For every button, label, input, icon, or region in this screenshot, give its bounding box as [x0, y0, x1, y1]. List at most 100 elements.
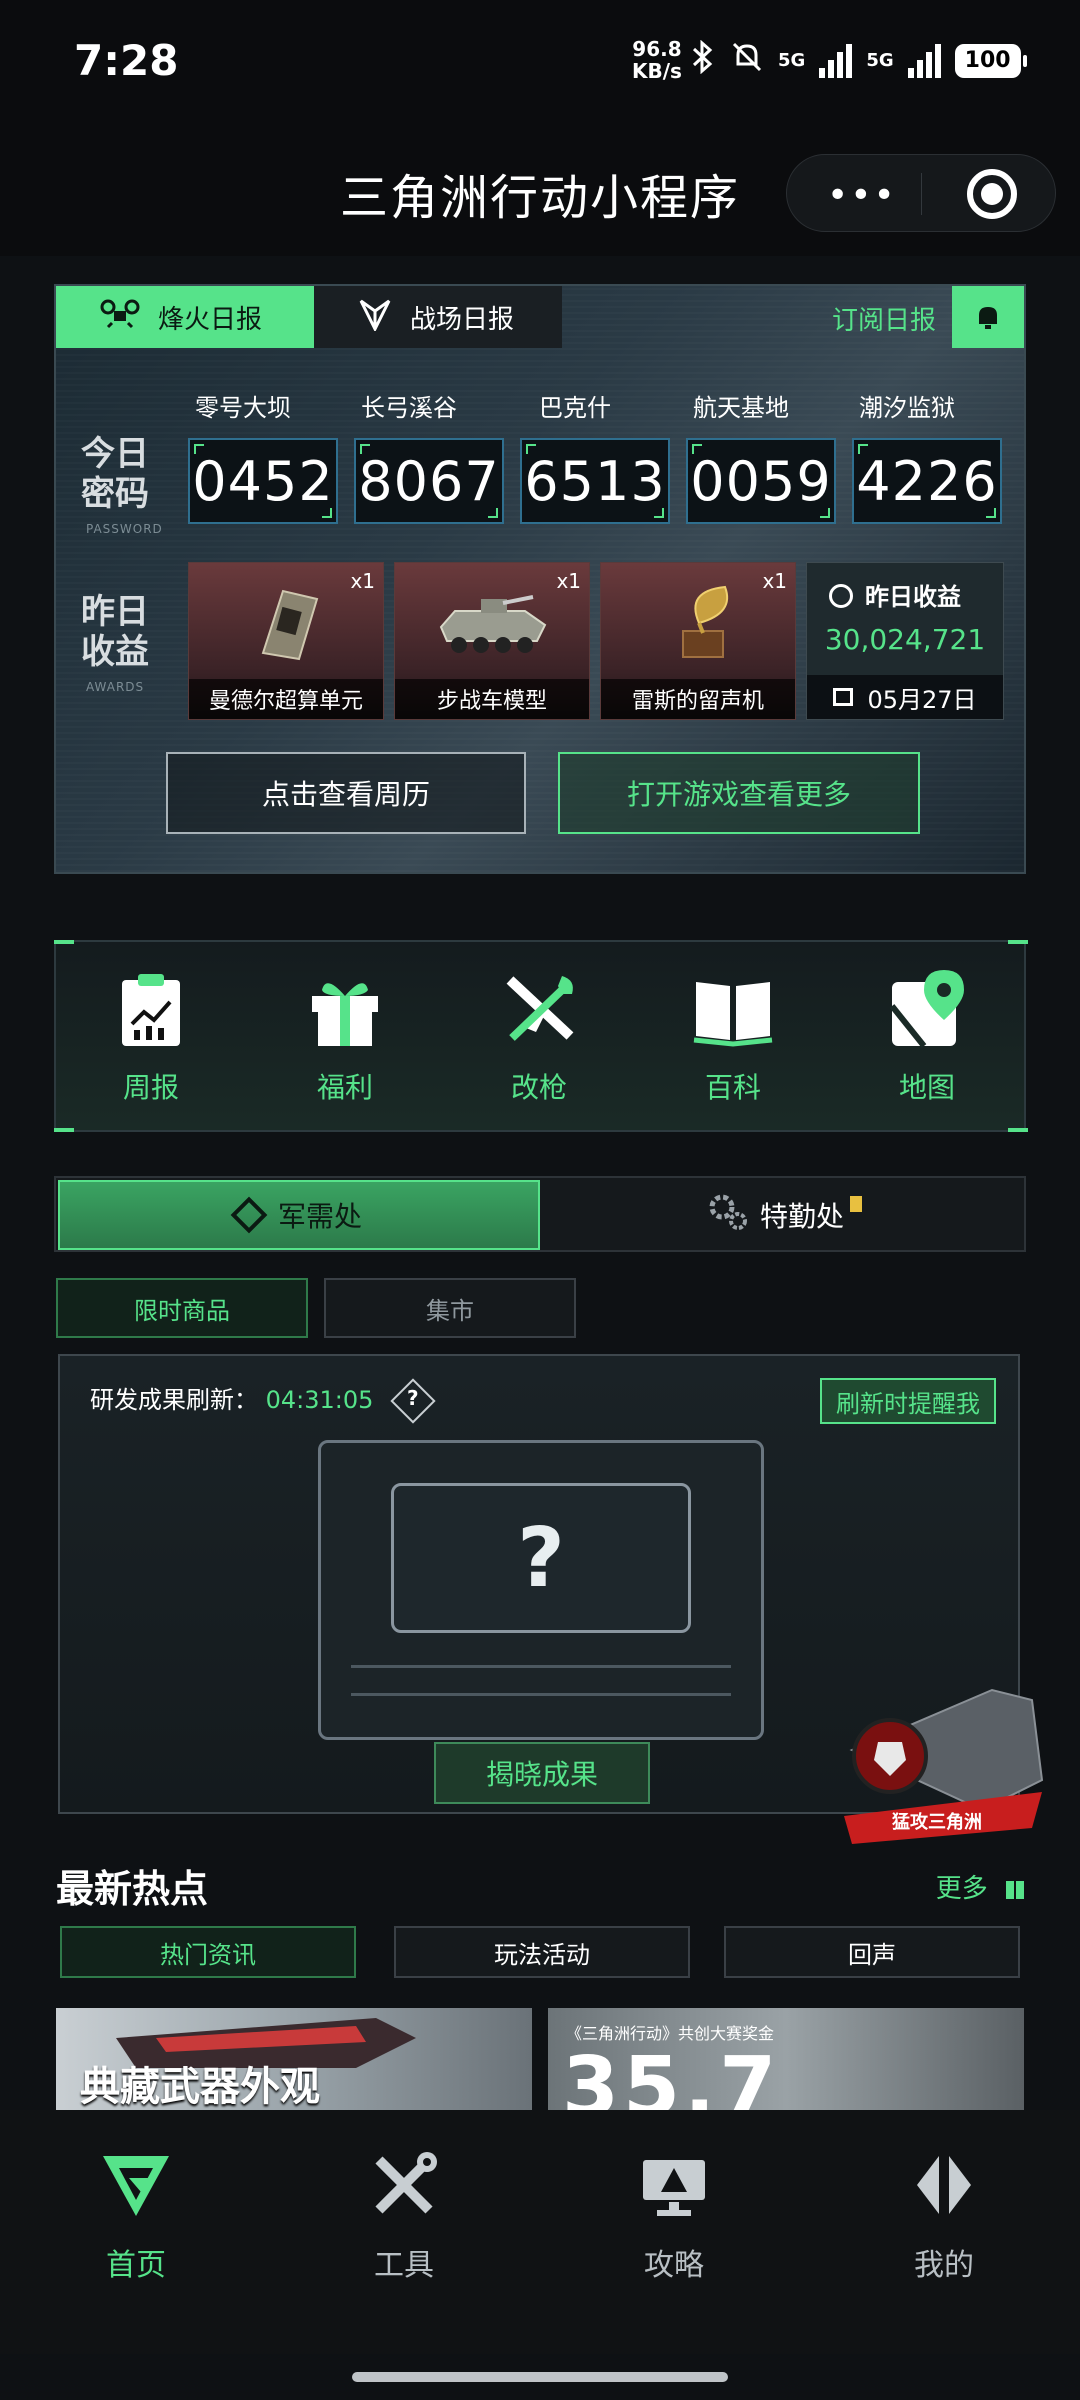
reward-item-card[interactable]: x1 步战车模型 — [394, 562, 590, 720]
tab-label: 战场日报 — [410, 304, 515, 335]
view-weekly-calendar-button[interactable]: 点击查看周历 — [166, 752, 526, 834]
tool-label: 福利 — [316, 1071, 373, 1104]
earnings-label: 昨日收益 — [829, 577, 961, 612]
tool-label: 地图 — [898, 1071, 955, 1104]
map-name: 零号大坝 — [195, 394, 291, 422]
tab-special-ops[interactable]: 特勤处 — [546, 1180, 1024, 1250]
diamond-emblem-icon — [230, 1196, 268, 1234]
tool-map[interactable]: 地图 — [852, 966, 1002, 1106]
gift-icon — [302, 966, 388, 1052]
item-name: 步战车模型 — [395, 679, 589, 719]
more-news-link[interactable]: 更多 — [936, 1868, 1024, 1905]
item-name: 雷斯的留声机 — [601, 679, 795, 719]
mute-bell-icon — [730, 40, 764, 81]
badge-label: 猛攻三角洲 — [892, 1812, 982, 1833]
earnings-date: 05月27日 — [807, 675, 1003, 719]
nav-label: 首页 — [106, 2248, 166, 2283]
news-card[interactable]: 典藏武器外观 — [56, 2008, 532, 2112]
yesterday-earnings-label: 昨日 收益 — [81, 592, 149, 672]
grid-icon — [1006, 1881, 1024, 1899]
news-tab-hot[interactable]: 热门资讯 — [60, 1926, 356, 1978]
crate-stripe — [351, 1665, 731, 1668]
delta-emblem-icon — [358, 297, 392, 338]
computing-unit-icon — [243, 583, 331, 663]
item-quantity: x1 — [762, 569, 787, 593]
tab-quartermaster[interactable]: 军需处 — [58, 1180, 540, 1250]
item-quantity: x1 — [556, 569, 581, 593]
tab-battlefield-report[interactable]: 战场日报 — [314, 286, 562, 348]
yesterday-earnings-card: 昨日收益 30,024,721 05月27日 — [806, 562, 1004, 720]
news-card[interactable]: 《三角洲行动》共创大赛奖金 35.7 — [548, 2008, 1024, 2112]
tool-label: 周报 — [122, 1071, 179, 1104]
subscribe-report-link[interactable]: 订阅日报 — [832, 300, 936, 337]
countdown: 04:31:05 — [265, 1386, 374, 1414]
news-tab-events[interactable]: 玩法活动 — [394, 1926, 690, 1978]
open-game-button[interactable]: 打开游戏查看更多 — [558, 752, 920, 834]
news-headline: 典藏武器外观 — [80, 2064, 320, 2110]
more-dots-icon[interactable]: ••• — [827, 175, 897, 216]
reward-item-card[interactable]: x1 雷斯的留声机 — [600, 562, 796, 720]
home-delta-icon — [101, 2150, 171, 2220]
tool-welfare[interactable]: 福利 — [270, 966, 420, 1106]
home-indicator[interactable] — [352, 2372, 728, 2382]
map-code: 0059 — [686, 438, 836, 524]
tool-gun-mod[interactable]: 改枪 — [464, 966, 614, 1106]
status-icons: 5G 5G 100 — [690, 39, 1027, 81]
target-icon[interactable] — [967, 169, 1017, 219]
reveal-result-button[interactable]: 揭晓成果 — [434, 1742, 650, 1804]
nav-guide[interactable]: 攻略 — [574, 2150, 774, 2284]
tools-icon — [369, 2150, 439, 2220]
refresh-timer: 研发成果刷新： 04:31:05 ? — [90, 1378, 436, 1424]
daily-report-panel: 烽火日报 战场日报 订阅日报 今日 密码 PASSWORD 零号大坝 长弓溪谷 … — [54, 284, 1026, 874]
map-code: 4226 — [852, 438, 1002, 524]
today-password-sub: PASSWORD — [86, 522, 163, 536]
bluetooth-icon — [690, 39, 716, 81]
report-icon — [108, 966, 194, 1052]
map-code: 0452 — [188, 438, 338, 524]
tab-fenghuo-report[interactable]: 烽火日报 — [56, 286, 314, 348]
today-password-label: 今日 密码 — [81, 434, 149, 514]
yesterday-earnings-sub: AWARDS — [86, 680, 145, 694]
guide-icon — [639, 2150, 709, 2220]
item-name: 曼德尔超算单元 — [189, 679, 383, 719]
help-icon[interactable]: ? — [390, 1378, 436, 1424]
map-name: 巴克什 — [539, 394, 611, 422]
subtab-market[interactable]: 集市 — [324, 1278, 576, 1338]
tool-label: 改枪 — [510, 1071, 567, 1104]
map-code: 8067 — [354, 438, 504, 524]
tool-wiki[interactable]: 百科 — [658, 966, 808, 1106]
news-tab-echo[interactable]: 回声 — [724, 1926, 1020, 1978]
tab-label: 烽火日报 — [158, 304, 263, 335]
nav-label: 攻略 — [644, 2248, 704, 2283]
item-quantity: x1 — [350, 569, 375, 593]
coin-icon — [829, 584, 853, 608]
news-headline: 35.7 — [562, 2040, 781, 2112]
map-code: 6513 — [520, 438, 670, 524]
crate-question-mark: ? — [391, 1483, 691, 1633]
signal-label-1: 5G — [778, 49, 806, 71]
signal-label-2: 5G — [866, 49, 894, 71]
bell-icon[interactable] — [952, 286, 1024, 348]
gears-icon — [708, 1193, 748, 1238]
battery-icon: 100 — [954, 43, 1027, 78]
signal-bars-icon — [819, 43, 853, 78]
tool-weekly-report[interactable]: 周报 — [76, 966, 226, 1106]
book-icon — [690, 966, 776, 1052]
assault-delta-badge[interactable]: 猛攻三角洲 — [842, 1660, 1052, 1860]
bottom-navigation: 首页 工具 攻略 我的 — [0, 2110, 1080, 2354]
nav-home[interactable]: 首页 — [36, 2150, 236, 2284]
signal-bars-icon-2 — [907, 43, 941, 78]
status-bar: 7:28 96.8 KB/s 5G 5G 100 — [0, 0, 1080, 128]
mystery-crate-icon: ? — [318, 1440, 764, 1740]
mini-program-capsule: ••• — [786, 154, 1056, 232]
nav-tools[interactable]: 工具 — [304, 2150, 504, 2284]
profile-icon — [909, 2150, 979, 2220]
reward-item-card[interactable]: x1 曼德尔超算单元 — [188, 562, 384, 720]
section-title-hot-news: 最新热点 — [56, 1867, 209, 1911]
shop-segment-control: 军需处 特勤处 — [54, 1176, 1026, 1252]
earnings-value: 30,024,721 — [824, 623, 986, 656]
nav-profile[interactable]: 我的 — [844, 2150, 1044, 2284]
gramophone-icon — [655, 583, 743, 663]
remind-on-refresh-button[interactable]: 刷新时提醒我 — [820, 1378, 996, 1424]
subtab-limited-goods[interactable]: 限时商品 — [56, 1278, 308, 1338]
